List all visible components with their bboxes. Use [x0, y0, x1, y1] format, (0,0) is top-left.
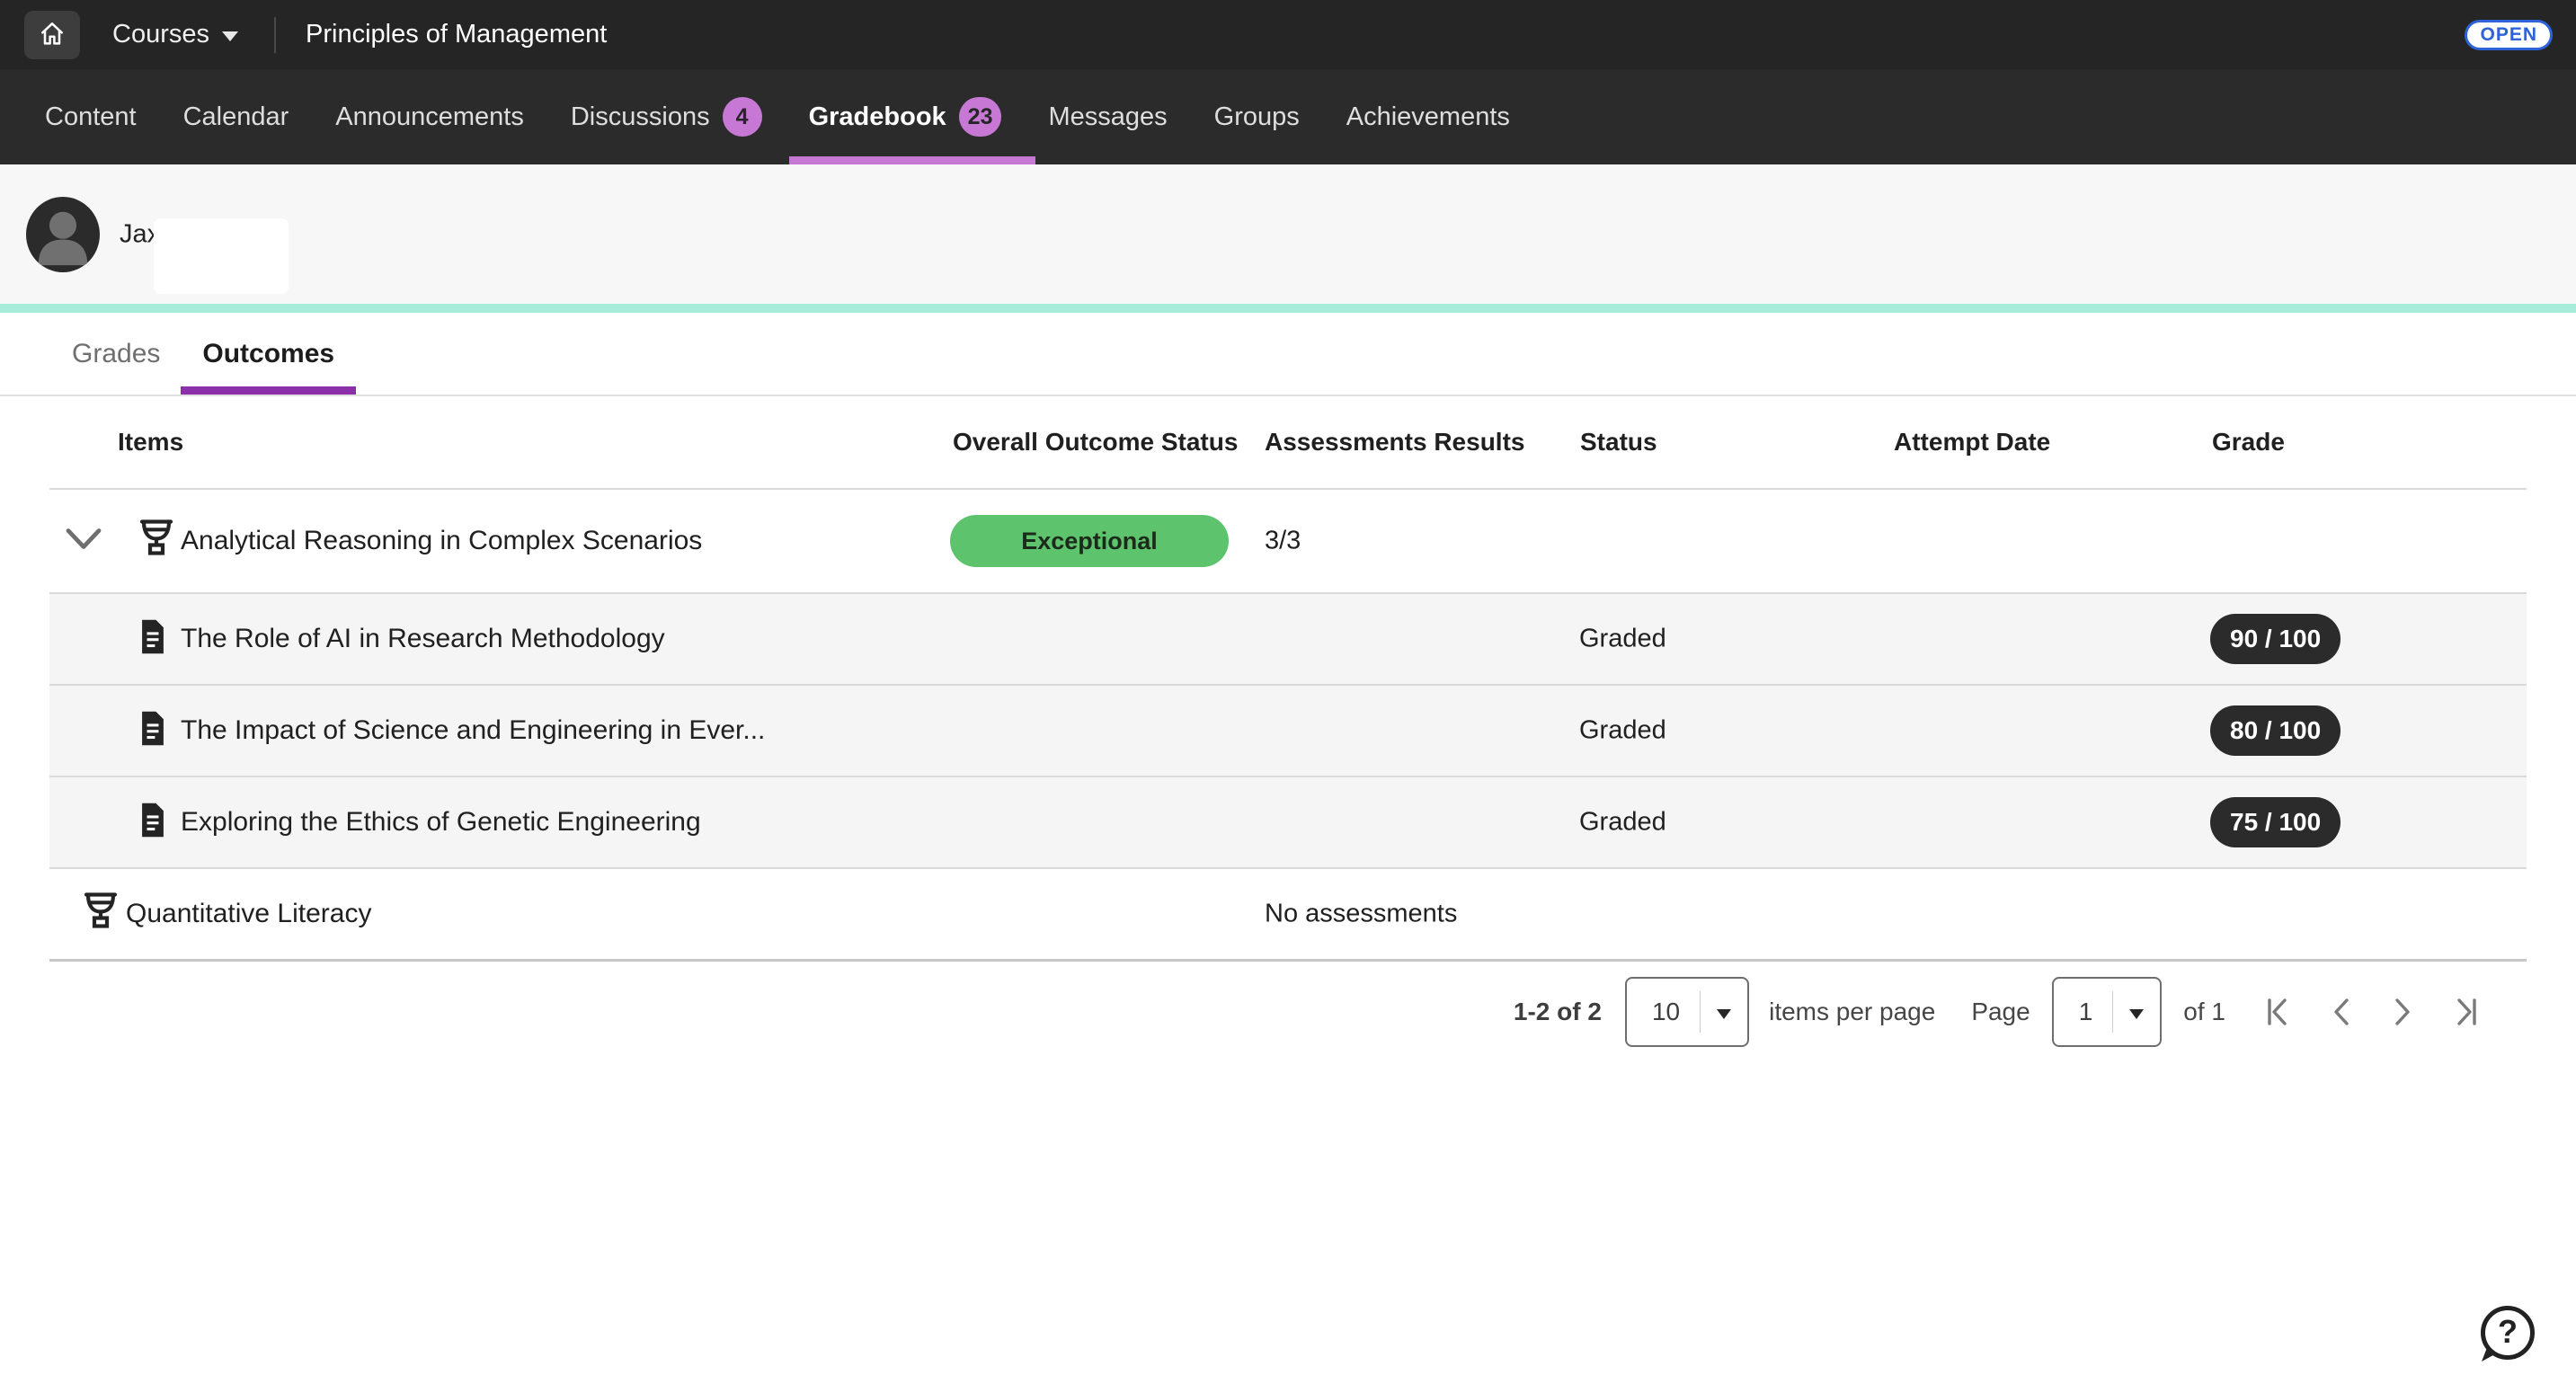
tab-announcements[interactable]: Announcements: [335, 69, 524, 164]
table-row-assessment: The Role of AI in Research Methodology G…: [49, 594, 2527, 686]
tab-label: Achievements: [1346, 102, 1510, 132]
tab-achievements[interactable]: Achievements: [1346, 69, 1510, 164]
assessment-title: Exploring the Ethics of Genetic Engineer…: [181, 807, 701, 838]
grade-badge: 75 / 100: [2210, 797, 2341, 847]
items-per-page-label: items per page: [1769, 998, 1935, 1026]
grades-outcomes-tabs: Grades Outcomes: [0, 313, 2576, 395]
chevron-down-icon: [1717, 1009, 1731, 1019]
outcome-title: Quantitative Literacy: [126, 899, 371, 929]
assessment-status: Graded: [1579, 716, 1666, 746]
page-number-value: 1: [2054, 998, 2113, 1026]
first-page-button[interactable]: [2263, 996, 2292, 1028]
tab-label: Groups: [1214, 102, 1300, 132]
tab-content[interactable]: Content: [45, 69, 137, 164]
tab-label: Gradebook: [809, 102, 946, 132]
pagination-bar: 1-2 of 2 10 items per page Page 1 of 1: [1514, 976, 2481, 1048]
document-icon: [138, 802, 168, 844]
redacted-name-box: [154, 218, 289, 294]
col-attempt-date: Attempt Date: [1894, 428, 2050, 457]
table-row-outcome: Quantitative Literacy No assessments: [49, 869, 2527, 962]
table-row-assessment: Exploring the Ethics of Genetic Engineer…: [49, 777, 2527, 869]
courses-label: Courses: [112, 20, 209, 49]
table-row-outcome: Analytical Reasoning in Complex Scenario…: [49, 490, 2527, 594]
page-label: Page: [1971, 998, 2030, 1026]
tab-label: Content: [45, 102, 137, 132]
avatar: [26, 197, 100, 272]
outcome-icon: [81, 890, 120, 939]
accent-bar: [0, 304, 2576, 313]
select-divider: [2112, 991, 2113, 1033]
student-header: Jax: [0, 164, 2576, 304]
tab-label: Outcomes: [202, 339, 334, 369]
overall-status-badge: Exceptional: [950, 515, 1229, 567]
last-page-button[interactable]: [2452, 996, 2481, 1028]
tab-label: Messages: [1048, 102, 1167, 132]
col-overall-status: Overall Outcome Status: [953, 428, 1238, 457]
assessments-results-value: No assessments: [1265, 900, 1457, 929]
tab-outcomes[interactable]: Outcomes: [202, 313, 334, 395]
outcome-title: Analytical Reasoning in Complex Scenario…: [181, 526, 702, 556]
page-number-select[interactable]: 1: [2052, 977, 2163, 1047]
tab-label: Calendar: [183, 102, 289, 132]
assessment-status: Graded: [1579, 808, 1666, 838]
assessment-title: The Impact of Science and Engineering in…: [181, 715, 765, 746]
outcomes-table: Items Overall Outcome Status Assessments…: [49, 396, 2527, 962]
assessments-results-value: 3/3: [1265, 527, 1301, 556]
table-row-assessment: The Impact of Science and Engineering in…: [49, 686, 2527, 777]
grade-badge: 80 / 100: [2210, 705, 2341, 756]
col-assessments: Assessments Results: [1265, 428, 1524, 457]
gradebook-outcomes-page: Courses Principles of Management OPEN Co…: [0, 0, 2576, 1375]
gradebook-count-badge: 23: [959, 97, 1002, 137]
document-icon: [138, 618, 168, 661]
chevron-down-icon: [222, 31, 238, 41]
tab-grades[interactable]: Grades: [72, 313, 160, 395]
next-page-button[interactable]: [2391, 996, 2414, 1028]
tab-label: Grades: [72, 339, 160, 369]
course-title: Principles of Management: [306, 20, 607, 49]
home-button[interactable]: [24, 11, 80, 59]
tab-label: Discussions: [571, 102, 710, 132]
discussions-count-badge: 4: [723, 97, 762, 137]
courses-dropdown[interactable]: Courses: [112, 20, 238, 49]
home-icon: [38, 19, 67, 50]
help-button[interactable]: ?: [2481, 1301, 2544, 1364]
results-range: 1-2 of 2: [1514, 998, 1602, 1026]
table-header-row: Items Overall Outcome Status Assessments…: [49, 396, 2527, 490]
tab-gradebook[interactable]: Gradebook 23: [809, 69, 1002, 164]
pagination-nav: [2263, 996, 2481, 1028]
select-divider: [1700, 991, 1701, 1033]
chevron-down-icon: [2129, 1009, 2144, 1019]
col-items: Items: [118, 428, 183, 457]
col-grade: Grade: [2212, 428, 2285, 457]
collapse-chevron-icon[interactable]: [65, 528, 102, 555]
tab-messages[interactable]: Messages: [1048, 69, 1167, 164]
question-mark-glyph: ?: [2498, 1313, 2518, 1351]
items-per-page-value: 10: [1627, 998, 1700, 1026]
col-status: Status: [1580, 428, 1657, 457]
previous-page-button[interactable]: [2330, 996, 2353, 1028]
tab-calendar[interactable]: Calendar: [183, 69, 289, 164]
items-per-page-select[interactable]: 10: [1625, 977, 1749, 1047]
topbar-divider: [274, 17, 276, 53]
grade-badge: 90 / 100: [2210, 614, 2341, 664]
outcome-icon: [137, 517, 176, 566]
tab-discussions[interactable]: Discussions 4: [571, 69, 762, 164]
assessment-status: Graded: [1579, 625, 1666, 654]
page-count-label: of 1: [2183, 998, 2225, 1026]
top-bar: Courses Principles of Management OPEN: [0, 0, 2576, 69]
document-icon: [138, 710, 168, 752]
open-status-badge: OPEN: [2465, 20, 2553, 50]
tab-groups[interactable]: Groups: [1214, 69, 1300, 164]
help-icon: ?: [2481, 1306, 2535, 1360]
assessment-title: The Role of AI in Research Methodology: [181, 624, 665, 654]
tab-label: Announcements: [335, 102, 524, 132]
course-nav: Content Calendar Announcements Discussio…: [0, 69, 2576, 164]
